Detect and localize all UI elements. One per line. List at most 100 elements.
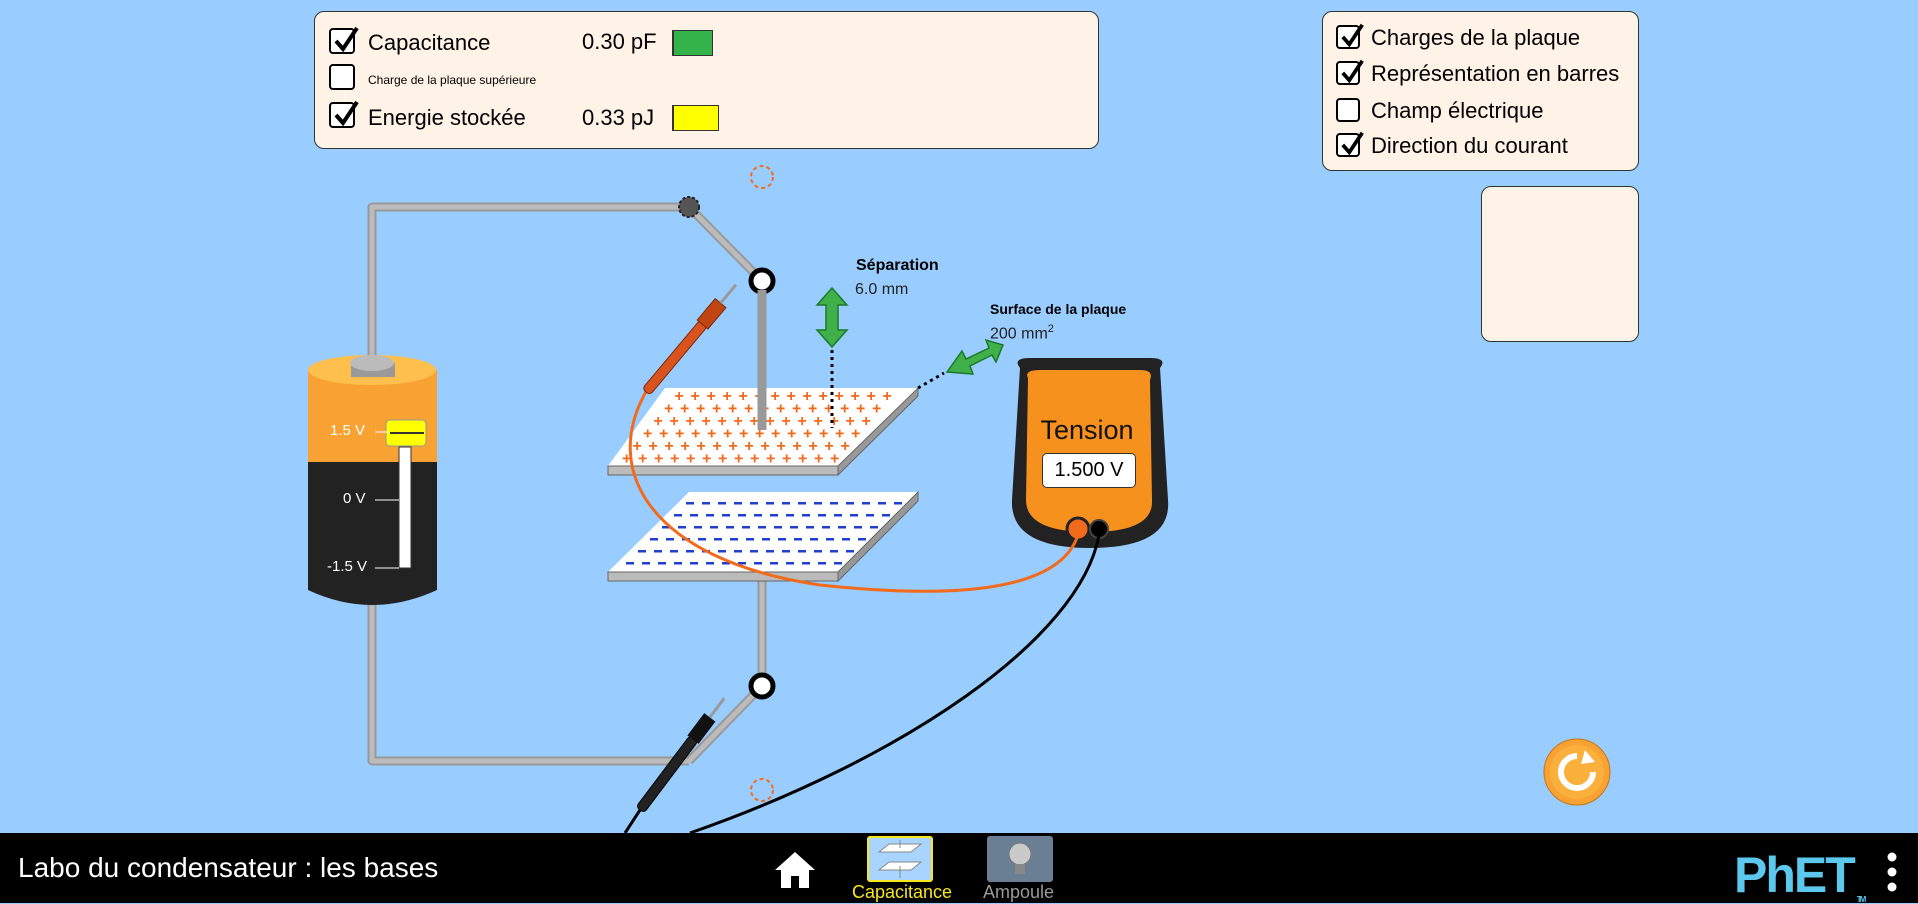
capacitance-checkbox[interactable] [329,26,359,54]
capacitor-thumbnail-icon [877,840,923,878]
negative-charge [858,538,866,541]
negative-charge [846,502,854,505]
negative-charge [834,514,842,517]
stored-energy-value: 0.33 pJ [582,105,655,130]
switch-alt-top[interactable] [750,165,774,189]
negative-charge [726,526,734,529]
negative-charge [782,550,790,553]
electric-field-checkbox[interactable] [1336,98,1360,122]
bar-graphs-checkbox[interactable] [1336,59,1364,85]
negative-charge [770,514,778,517]
bar-graph-area [1481,186,1639,342]
negative-charge [826,538,834,541]
negative-charge [750,550,758,553]
plate-area-exponent: 2 [1047,323,1054,335]
positive-charge: + [841,438,850,455]
negative-charge [798,550,806,553]
negative-charge [690,562,698,565]
positive-charge: + [734,451,743,468]
negative-charge [818,562,826,565]
negative-charge [734,502,742,505]
negative-charge [766,502,774,505]
negative-charge [810,538,818,541]
battery-voltage-slider[interactable] [386,420,426,446]
negative-charge [754,562,762,565]
negative-charge [786,514,794,517]
tab-light-bulb-label: Ampoule [983,882,1055,902]
switch-terminal-top [748,267,776,295]
reset-all-button[interactable] [1543,738,1611,806]
negative-charge [786,562,794,565]
black-probe[interactable] [634,694,729,814]
switch-pivot-top[interactable] [678,196,700,218]
negative-charge [738,514,746,517]
plate-area-title: Surface de la plaque [990,301,1127,317]
tab-capacitance[interactable]: Capacitance [850,836,953,903]
negative-charge [778,538,786,541]
negative-charge [834,562,842,565]
negative-charge [862,502,870,505]
negative-charge [674,562,682,565]
negative-charge [750,502,758,505]
negative-charge [706,514,714,517]
negative-charge [870,526,878,529]
home-icon[interactable] [773,850,817,890]
negative-charge [802,514,810,517]
negative-charge [762,538,770,541]
negative-charge [718,502,726,505]
top-plate-charge-checkbox[interactable] [329,64,355,90]
tab-capacitance-label: Capacitance [852,882,953,902]
negative-charge [770,562,778,565]
capacitance-value: 0.30 pF [582,29,657,54]
plate-area-arrow[interactable] [917,338,1005,390]
negative-charge [698,538,706,541]
negative-charge [626,562,634,565]
graphs-panel: Capacitance 0.30 pF Charge de la plaque … [314,11,1099,149]
separation-value: 6.0 mm [855,281,909,298]
battery-label-zero: 0 V [343,490,366,507]
negative-charge [670,550,678,553]
capacitance-label: Capacitance [368,30,491,55]
negative-charge [734,550,742,553]
plate-charges-label: Charges de la plaque [1371,25,1581,50]
switch-alt-bottom[interactable] [750,778,774,802]
check-icon [1341,23,1364,48]
check-icon [1341,131,1364,156]
phet-logo[interactable]: PhET TM [1734,846,1866,904]
positive-charge: + [718,451,727,468]
red-probe[interactable] [641,280,742,396]
negative-charge [702,502,710,505]
negative-charge [654,550,662,553]
negative-charge [742,526,750,529]
negative-charge [822,526,830,529]
phet-menu-icon[interactable] [1884,851,1900,893]
negative-charge [754,514,762,517]
current-direction-label: Direction du courant [1371,133,1568,158]
negative-charge [638,550,646,553]
negative-charge [830,502,838,505]
separation-title: Séparation [856,257,939,274]
negative-charge [882,514,890,517]
negative-charge [758,526,766,529]
check-icon [334,26,359,53]
negative-charge [782,502,790,505]
stored-energy-checkbox[interactable] [329,100,359,128]
current-direction-checkbox[interactable] [1336,131,1364,157]
negative-charge [710,526,718,529]
positive-charge: + [862,413,871,430]
negative-charge [830,550,838,553]
positive-charge: + [638,451,647,468]
plate-charges-checkbox[interactable] [1336,23,1364,49]
negative-charge [666,538,674,541]
view-options-panel: Charges de la plaque Représentation en b… [1322,11,1639,171]
voltmeter-title: Tension [1040,415,1134,445]
negative-charge [658,562,666,565]
light-bulb-icon [1008,842,1032,874]
tab-light-bulb[interactable]: Ampoule [975,836,1065,903]
battery-label-max: 1.5 V [330,422,366,439]
plate-area-number: 200 mm [990,325,1048,343]
positive-charge: + [686,451,695,468]
negative-charge [818,514,826,517]
plate-area-value: 200 mm2 [990,323,1054,343]
positive-charge: + [883,388,892,405]
